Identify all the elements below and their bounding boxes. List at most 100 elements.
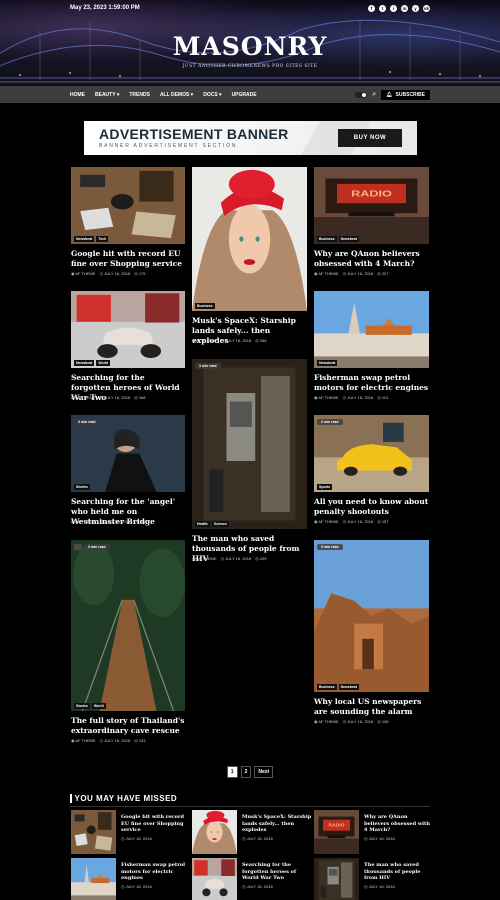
facebook-icon[interactable]: f [368, 4, 375, 12]
nav-all-demos[interactable]: ALL DEMOS ▾ [160, 92, 193, 98]
post-title[interactable]: Why are QAnon believers obsessed with 4 … [314, 249, 429, 269]
post-date[interactable]: ◷ JULY 18, 2018 [221, 556, 252, 561]
post-date[interactable]: ◷ JULY 18, 2018 [100, 395, 131, 400]
category-tag[interactable]: Newsbeat [338, 236, 359, 242]
missed-thumbnail[interactable] [71, 858, 116, 900]
page-next[interactable]: Next [254, 766, 274, 778]
nav-home[interactable]: HOME [70, 92, 85, 98]
post-author[interactable]: ◉ AF THEME [314, 271, 339, 276]
missed-item[interactable]: The man who saved thousands of people fr… [314, 858, 434, 900]
missed-thumbnail[interactable]: RADIO [314, 810, 359, 854]
nav-upgrade[interactable]: UPGRADE [232, 92, 257, 98]
missed-item[interactable]: RADIO Why are QAnon believers obsessed wi… [314, 810, 434, 854]
buy-now-button[interactable]: BUY NOW [338, 129, 402, 147]
site-title[interactable]: MASONRY [0, 32, 500, 61]
post-image[interactable] [192, 167, 307, 311]
post-date[interactable]: ◷ JULY 18, 2018 [100, 271, 131, 276]
post-author[interactable]: ◉ AF THEME [71, 271, 96, 276]
top-bar: May 23, 2023 1:59:00 PM f t i in y vk [0, 0, 500, 16]
post-image[interactable]: RADIO [314, 167, 429, 244]
post-image[interactable] [71, 415, 185, 492]
search-icon[interactable]: ⌕ [372, 91, 376, 98]
missed-thumbnail[interactable] [314, 858, 359, 900]
post-author[interactable]: ◉ AF THEME [71, 519, 96, 524]
category-tag[interactable]: Stories [74, 484, 90, 490]
linkedin-icon[interactable]: in [401, 4, 408, 12]
missed-thumbnail[interactable] [192, 810, 237, 854]
page-2[interactable]: 2 [240, 766, 252, 778]
category-tag[interactable]: Business [317, 236, 337, 242]
dark-mode-toggle[interactable] [355, 91, 368, 98]
missed-title[interactable]: Musk's SpaceX: Starship lands safely... … [242, 814, 312, 834]
post-tags: Stories [74, 484, 90, 490]
missed-title[interactable]: The man who saved thousands of people fr… [364, 862, 434, 882]
missed-thumbnail[interactable] [71, 810, 116, 854]
read-time: 3 min read [74, 419, 100, 425]
category-tag[interactable]: Sports [317, 484, 333, 490]
category-tag[interactable]: World [91, 703, 106, 709]
post-title[interactable]: Fisherman swap petrol motors for electri… [314, 373, 429, 393]
post-date[interactable]: ◷ JULY 18, 2018 [100, 738, 131, 743]
missed-item[interactable]: Musk's SpaceX: Starship lands safely... … [192, 810, 312, 854]
post-views: ◎ 138 [377, 719, 389, 724]
missed-title[interactable]: Why are QAnon believers obsessed with 4 … [364, 814, 434, 834]
post-title[interactable]: The full story of Thailand's extraordina… [71, 716, 185, 736]
nav-trends[interactable]: TRENDS [129, 92, 150, 98]
category-tag[interactable]: Newsbeat [74, 236, 95, 242]
post-views: ◎ 207 [377, 271, 389, 276]
nav-beauty[interactable]: BEAUTY ▾ [95, 92, 119, 98]
post-author[interactable]: ◉ AF THEME [192, 338, 217, 343]
category-tag[interactable]: Health [195, 521, 210, 527]
post-author[interactable]: ◉ AF THEME [314, 719, 339, 724]
instagram-icon[interactable]: i [390, 4, 397, 12]
post-date[interactable]: ◷ JULY 18, 2018 [100, 519, 131, 524]
post-date[interactable]: ◷ JULY 18, 2018 [221, 338, 252, 343]
category-tag[interactable]: Newsbeat [338, 684, 359, 690]
post-date[interactable]: ◷ JULY 18, 2018 [343, 519, 374, 524]
missed-item[interactable]: Searching for the forgotten heroes of Wo… [192, 858, 312, 900]
missed-title[interactable]: Fisherman swap petrol motors for electri… [121, 862, 191, 882]
category-tag[interactable]: Newsbeat [74, 360, 95, 366]
missed-heading-text: YOU MAY HAVE MISSED [74, 794, 178, 803]
missed-item[interactable]: Google hit with record EU fine over Shop… [71, 810, 191, 854]
category-tag[interactable]: World [96, 360, 111, 366]
subscribe-button[interactable]: 🔔︎ SUBSCRIBE [381, 89, 430, 100]
post-date[interactable]: ◷ JULY 18, 2018 [343, 719, 374, 724]
category-tag[interactable]: Stories [74, 703, 90, 709]
post-image[interactable] [314, 540, 429, 692]
missed-thumbnail[interactable] [192, 858, 237, 900]
post-title[interactable]: All you need to know about penalty shoot… [314, 497, 429, 517]
post-image[interactable] [314, 415, 429, 492]
post-date[interactable]: ◷ JULY 18, 2018 [343, 271, 374, 276]
post-author[interactable]: ◉ AF THEME [314, 395, 339, 400]
post-tags: Newsbeat World [74, 360, 111, 366]
category-tag[interactable]: Tech [96, 236, 109, 242]
post-image[interactable] [71, 291, 185, 368]
missed-item[interactable]: Fisherman swap petrol motors for electri… [71, 858, 191, 900]
post-author[interactable]: ◉ AF THEME [71, 738, 96, 743]
post-author[interactable]: ◉ AF THEME [314, 519, 339, 524]
post-author[interactable]: ◉ AF THEME [71, 395, 96, 400]
post-image[interactable] [314, 291, 429, 368]
category-tag[interactable]: Newsbeat [317, 360, 338, 366]
page-1[interactable]: 1 [226, 766, 238, 778]
category-tag[interactable]: Business [195, 303, 215, 309]
missed-title[interactable]: Google hit with record EU fine over Shop… [121, 814, 191, 834]
missed-title[interactable]: Searching for the forgotten heroes of Wo… [242, 862, 312, 882]
vk-icon[interactable]: vk [423, 4, 430, 12]
post-author[interactable]: ◉ AF THEME [192, 556, 217, 561]
youtube-icon[interactable]: y [412, 4, 419, 12]
missed-date: ◷ JULY 18, 2018 [364, 884, 395, 889]
post-title[interactable]: Why local US newspapers are sounding the… [314, 697, 429, 717]
post-views: ◎ 133 [134, 738, 146, 743]
post-image[interactable] [71, 540, 185, 711]
post-image[interactable] [71, 167, 185, 244]
category-tag[interactable]: Science [211, 521, 229, 527]
twitter-icon[interactable]: t [379, 4, 386, 12]
post-image[interactable] [192, 359, 307, 529]
advertisement-banner[interactable]: ADVERTISEMENT BANNER BANNER ADVERTISEMEN… [84, 121, 417, 155]
nav-docs[interactable]: DOCS ▾ [203, 92, 221, 98]
post-title[interactable]: Google hit with record EU fine over Shop… [71, 249, 185, 269]
category-tag[interactable]: Business [317, 684, 337, 690]
post-date[interactable]: ◷ JULY 18, 2018 [343, 395, 374, 400]
